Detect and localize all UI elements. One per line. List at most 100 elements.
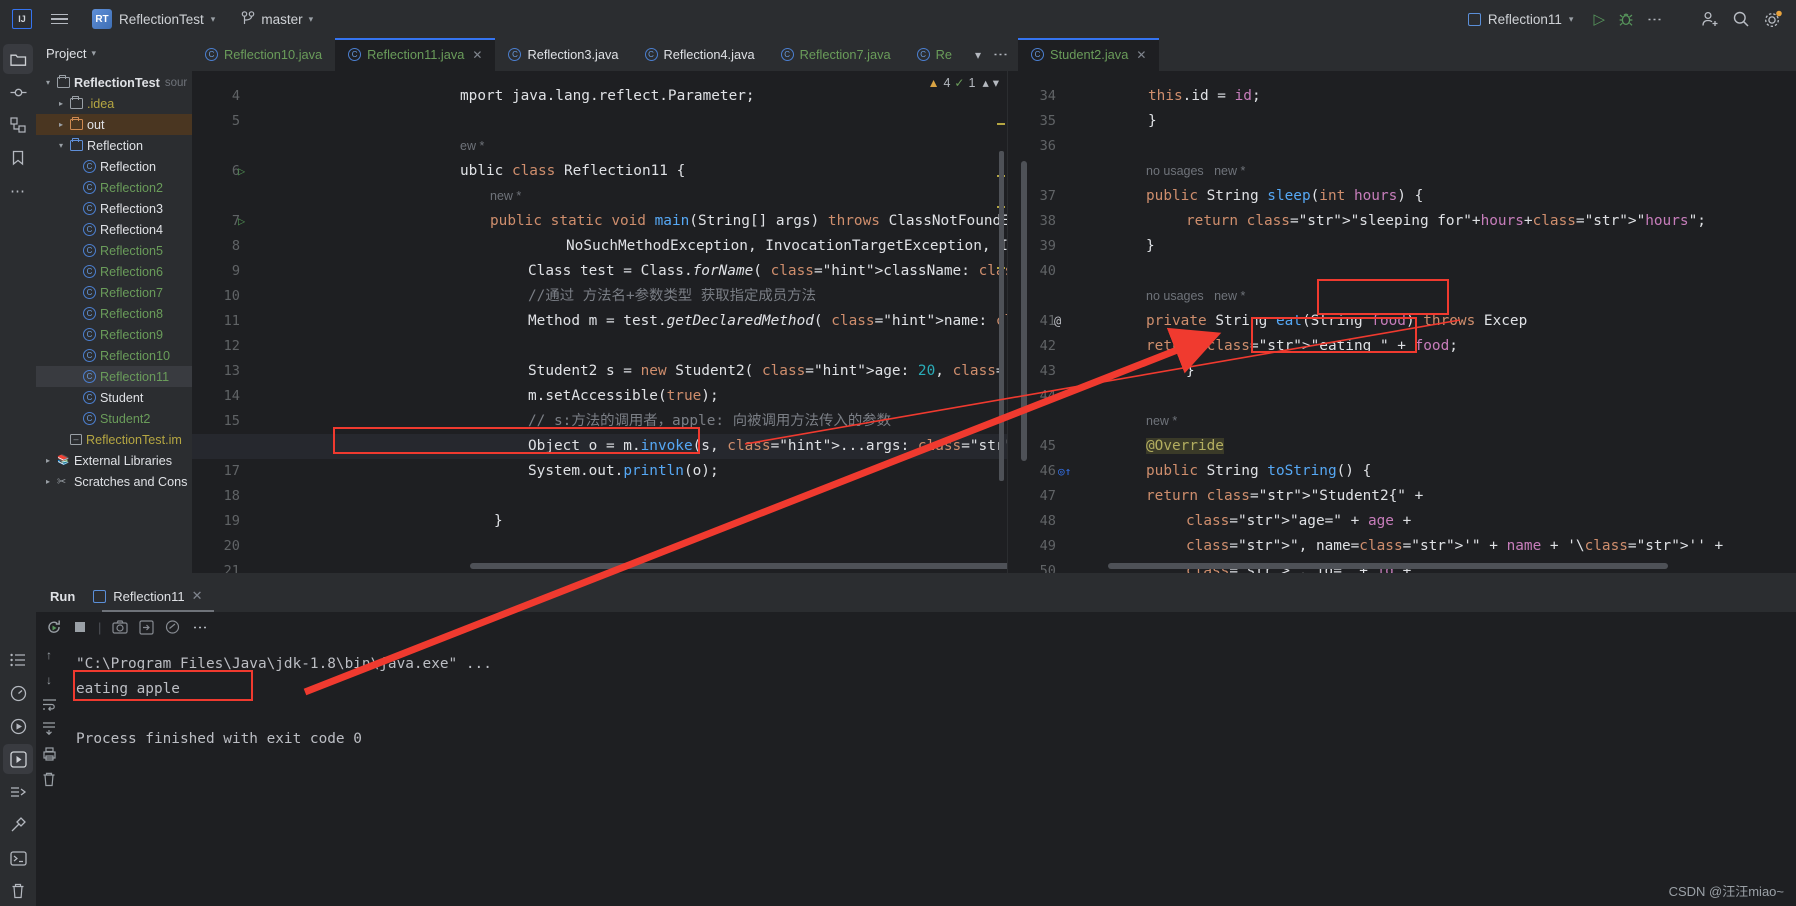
code-line[interactable]: NoSuchMethodException, InvocationTargetE… (566, 234, 1007, 259)
editor-scrollbar-right[interactable] (1021, 161, 1027, 461)
chevron-down-icon[interactable]: ▾ (55, 141, 67, 150)
sidebar-item-todo[interactable] (3, 645, 33, 675)
code-line[interactable]: @Override (1146, 434, 1224, 459)
code-line[interactable]: } (1146, 234, 1155, 259)
rerun-button[interactable] (46, 619, 62, 635)
tree-item--idea[interactable]: ▸ .idea (36, 93, 192, 114)
scroll-to-end-button[interactable] (42, 722, 56, 736)
code-line[interactable]: public String sleep(int hours) { (1146, 184, 1423, 209)
run-session-tab[interactable]: Reflection11 ✕ (93, 580, 203, 612)
editor-tab-reflection4-java[interactable]: C Reflection4.java (632, 38, 768, 71)
code-line[interactable]: return class="str">"eating " + food; (1146, 334, 1458, 359)
code-line[interactable]: m.setAccessible(true); (528, 384, 719, 409)
code-line[interactable]: //通过 方法名+参数类型 获取指定成员方法 (528, 284, 816, 309)
code-line[interactable]: mport java.lang.reflect.Parameter; (460, 84, 755, 109)
editor-tab-reflection11-java[interactable]: C Reflection11.java ✕ (335, 38, 496, 71)
run-gutter-icon[interactable]: ▷ (238, 209, 245, 234)
code-line[interactable]: private String eat(String food) throws E… (1146, 309, 1527, 334)
run-configuration-selector[interactable]: Reflection11 ▾ (1461, 9, 1581, 30)
code-line[interactable]: ublic class Reflection11 { (460, 159, 685, 184)
close-icon[interactable]: ✕ (1136, 48, 1146, 62)
code-line[interactable]: no usages new * (1146, 159, 1245, 184)
chevron-right-icon[interactable]: ▸ (68, 162, 80, 171)
gear-icon[interactable] (1763, 10, 1782, 29)
code-line[interactable]: } (1148, 109, 1157, 134)
project-tree[interactable]: ▾ ReflectionTest sour ▸ .idea ▸ out ▾ Reflection… (36, 68, 192, 492)
tree-item-external-libraries[interactable]: ▸ 📚 External Libraries (36, 450, 192, 471)
code-line[interactable]: Object o = m.invoke(s, class="hint">...a… (528, 434, 1007, 459)
tree-item-reflection9[interactable]: ▸C Reflection9 (36, 324, 192, 345)
chevron-down-icon[interactable]: ▾ (42, 78, 54, 87)
tree-item-reflection2[interactable]: ▸C Reflection2 (36, 177, 192, 198)
tree-item-reflection7[interactable]: ▸C Reflection7 (36, 282, 192, 303)
screenshot-button[interactable] (112, 620, 128, 634)
editor-tab-reflection10-java[interactable]: C Reflection10.java (192, 38, 335, 71)
annotation-gutter-icon[interactable]: @ (1054, 309, 1061, 334)
chevron-right-icon[interactable]: ▸ (55, 120, 67, 129)
chevron-right-icon[interactable]: ▸ (68, 225, 80, 234)
editor-pane-left[interactable]: 4 mport java.lang.reflect.Parameter; 5 ew *… (192, 71, 1007, 573)
run-icon[interactable]: ▷ (1593, 12, 1605, 27)
chevron-right-icon[interactable]: ▸ (68, 267, 80, 276)
sidebar-item-more[interactable]: ⋯ (3, 176, 33, 206)
chevron-right-icon[interactable]: ▸ (68, 330, 80, 339)
editor-tab-reflection3-java[interactable]: C Reflection3.java (495, 38, 631, 71)
add-account-icon[interactable] (1700, 10, 1719, 29)
clear-all-button[interactable] (42, 772, 56, 787)
code-line[interactable]: } (494, 509, 503, 534)
scroll-down-button[interactable]: ↓ (46, 673, 52, 687)
chevron-right-icon[interactable]: ▸ (42, 477, 54, 486)
chevron-right-icon[interactable]: ▸ (55, 435, 67, 444)
tree-item-reflection6[interactable]: ▸C Reflection6 (36, 261, 192, 282)
editor-tab-student2-java[interactable]: C Student2.java ✕ (1018, 38, 1160, 71)
git-branch-selector[interactable]: master ▾ (241, 11, 313, 27)
chevron-right-icon[interactable]: ▸ (68, 414, 80, 423)
scroll-up-button[interactable]: ↑ (46, 648, 52, 662)
horizontal-scrollbar-left[interactable] (470, 563, 1007, 569)
inspection-widget[interactable]: ▲ 4 ✓ 1 ▴ ▾ (928, 75, 999, 91)
sidebar-item-commit[interactable] (3, 77, 33, 107)
code-line[interactable]: public String toString() { (1146, 459, 1371, 484)
print-button[interactable] (42, 747, 57, 761)
tree-item-reflection8[interactable]: ▸C Reflection8 (36, 303, 192, 324)
search-icon[interactable] (1732, 10, 1750, 28)
code-line[interactable]: Method m = test.getDeclaredMethod( class… (528, 309, 1007, 334)
overriding-method-icon[interactable]: ◎↑ (1058, 459, 1071, 484)
code-line[interactable]: new * (490, 184, 521, 209)
chevron-right-icon[interactable]: ▸ (68, 372, 80, 381)
soft-wrap-toggle[interactable] (42, 698, 57, 711)
sidebar-item-profiler[interactable] (3, 678, 33, 708)
chevron-down-icon[interactable]: ▾ (975, 48, 981, 62)
chevron-down-icon[interactable]: ▾ (993, 75, 999, 90)
tree-item-student2[interactable]: ▸C Student2 (36, 408, 192, 429)
sidebar-item-run-alt[interactable] (3, 711, 33, 741)
tree-item-reflectiontest-im[interactable]: ▸–ReflectionTest.im (36, 429, 192, 450)
tree-item-out[interactable]: ▸ out (36, 114, 192, 135)
more-vertical-icon[interactable]: ⋮ (992, 47, 1009, 62)
code-line[interactable]: no usages new * (1146, 284, 1245, 309)
code-line[interactable]: return class="str">"sleeping for"+hours+… (1186, 209, 1706, 234)
error-stripe-left[interactable] (995, 71, 1007, 573)
close-icon[interactable]: ✕ (192, 588, 203, 604)
code-line[interactable]: Student2 s = new Student2( class="hint">… (528, 359, 1007, 384)
chevron-right-icon[interactable]: ▸ (68, 288, 80, 297)
more-actions-icon[interactable]: ⋮ (1646, 12, 1663, 27)
tree-item-reflection10[interactable]: ▸C Reflection10 (36, 345, 192, 366)
editor-tab-reflection7-java[interactable]: C Reflection7.java (768, 38, 904, 71)
run-gutter-icon[interactable]: ▷ (238, 159, 245, 184)
code-line[interactable]: this.id = id; (1148, 84, 1261, 109)
sidebar-item-terminal[interactable] (3, 843, 33, 873)
tree-item-reflection11[interactable]: ▸C Reflection11 (36, 366, 192, 387)
chevron-right-icon[interactable]: ▸ (55, 99, 67, 108)
code-line[interactable]: Class test = Class.forName( class="hint"… (528, 259, 1007, 284)
stop-button[interactable] (73, 620, 87, 634)
chevron-right-icon[interactable]: ▸ (68, 246, 80, 255)
debug-icon[interactable] (1618, 11, 1634, 27)
code-line[interactable]: new * (1146, 409, 1177, 434)
code-line[interactable]: // s:方法的调用者，apple: 向被调用方法传入的参数 (528, 409, 891, 434)
editor-pane-right[interactable]: 34 this.id = id; 35} 36 no usages new * 37 pub… (1007, 71, 1796, 573)
sidebar-item-services[interactable] (3, 777, 33, 807)
sidebar-item-project[interactable] (3, 44, 33, 74)
project-selector[interactable]: RT ReflectionTest ▾ (86, 6, 221, 32)
code-line[interactable]: public static void main(String[] args) t… (490, 209, 1007, 234)
